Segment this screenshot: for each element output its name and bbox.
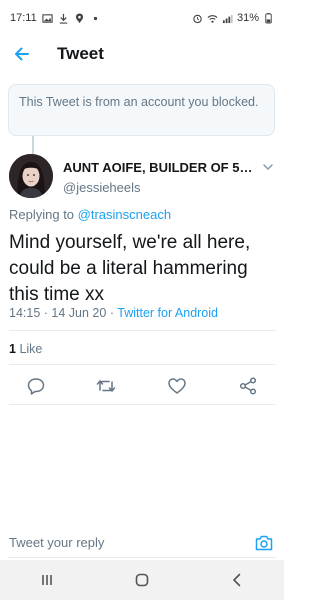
share-icon[interactable] xyxy=(238,376,258,396)
like-count-label: Like xyxy=(19,342,43,356)
tweet-time: 14:15 xyxy=(9,306,41,320)
signal-icon xyxy=(222,14,233,23)
retweet-icon[interactable] xyxy=(96,376,116,396)
author-row: AUNT AOIFE, BUILDER OF 5G/... @jessiehee… xyxy=(9,154,279,202)
reply-bar: Tweet your reply xyxy=(0,528,284,560)
gallery-icon xyxy=(42,13,53,23)
tweet-date: 14 Jun 20 xyxy=(51,306,107,320)
meta-separator: · xyxy=(109,306,114,320)
system-nav-bar xyxy=(0,560,284,600)
divider xyxy=(9,330,276,331)
replying-mention-link[interactable]: @trasinscneach xyxy=(78,207,171,222)
battery-icon xyxy=(265,12,272,24)
avatar-image xyxy=(9,154,53,198)
download-icon xyxy=(59,13,67,24)
author-display-name[interactable]: AUNT AOIFE, BUILDER OF 5G/... xyxy=(63,160,259,175)
status-bar: 17:11 31% xyxy=(0,0,284,36)
app-header: Tweet xyxy=(0,36,284,72)
reply-input[interactable]: Tweet your reply xyxy=(9,535,104,550)
home-icon xyxy=(135,573,149,587)
recent-apps-button[interactable] xyxy=(27,560,67,600)
like-count-value: 1 xyxy=(9,342,16,356)
tweet-source-link[interactable]: Twitter for Android xyxy=(117,306,218,320)
chevron-left-icon xyxy=(232,573,240,587)
tweet-actions xyxy=(0,372,284,400)
tweet-text: Mind yourself, we're all here, could be … xyxy=(9,232,251,305)
thread-line xyxy=(32,136,34,154)
wifi-icon xyxy=(207,14,218,23)
likes-count[interactable]: 1 Like xyxy=(9,342,42,356)
back-nav-button[interactable] xyxy=(217,560,257,600)
chevron-down-icon[interactable] xyxy=(261,160,275,174)
alarm-icon xyxy=(193,14,202,23)
blocked-notice: This Tweet is from an account you blocke… xyxy=(8,84,275,136)
meta-separator: · xyxy=(43,306,48,320)
replying-prefix: Replying to xyxy=(9,207,75,222)
divider xyxy=(9,404,276,405)
location-icon xyxy=(75,12,83,23)
status-time: 17:11 xyxy=(10,12,37,24)
avatar[interactable] xyxy=(9,154,53,198)
home-button[interactable] xyxy=(122,560,162,600)
divider xyxy=(9,364,276,365)
author-username[interactable]: @jessieheels xyxy=(63,180,141,195)
recent-apps-icon xyxy=(42,575,53,585)
battery-percent: 31% xyxy=(236,12,259,24)
page-title: Tweet xyxy=(57,44,104,63)
camera-icon[interactable] xyxy=(254,533,274,553)
dot-icon xyxy=(93,16,97,20)
replying-to: Replying to @trasinscneach xyxy=(9,207,171,222)
status-left: 17:11 xyxy=(10,12,101,24)
back-arrow-icon xyxy=(15,47,29,61)
tweet-meta: 14:15 · 14 Jun 20 · Twitter for Android xyxy=(9,306,218,320)
like-icon[interactable] xyxy=(167,376,187,396)
reply-icon[interactable] xyxy=(26,376,46,396)
status-right: 31% xyxy=(192,12,274,24)
back-button[interactable] xyxy=(2,36,42,72)
reply-underline xyxy=(8,557,276,558)
